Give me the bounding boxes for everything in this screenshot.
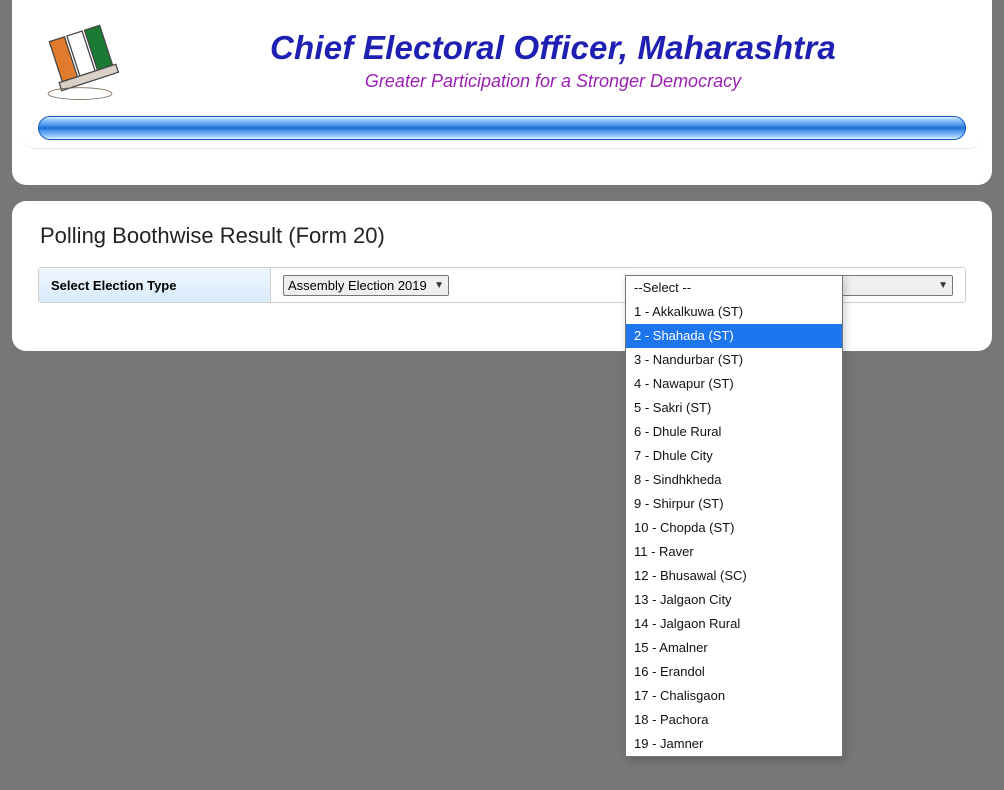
election-type-value: Assembly Election 2019 bbox=[288, 278, 427, 293]
page-heading: Polling Boothwise Result (Form 20) bbox=[40, 223, 966, 249]
ac-option[interactable]: 2 - Shahada (ST) bbox=[626, 324, 842, 348]
select-ac-dropdown-list[interactable]: --Select --1 - Akkalkuwa (ST)2 - Shahada… bbox=[625, 275, 843, 757]
ac-option[interactable]: --Select -- bbox=[626, 276, 842, 300]
election-type-select[interactable]: Assembly Election 2019 ▼ bbox=[283, 275, 449, 296]
ac-option[interactable]: 4 - Nawapur (ST) bbox=[626, 372, 842, 396]
ac-option[interactable]: 19 - Jamner bbox=[626, 732, 842, 756]
header-divider-bar bbox=[38, 116, 966, 140]
ac-option[interactable]: 12 - Bhusawal (SC) bbox=[626, 564, 842, 588]
ac-option[interactable]: 17 - Chalisgaon bbox=[626, 684, 842, 708]
ac-option[interactable]: 8 - Sindhkheda bbox=[626, 468, 842, 492]
eci-logo bbox=[38, 18, 122, 102]
ac-option[interactable]: 3 - Nandurbar (ST) bbox=[626, 348, 842, 372]
ac-option[interactable]: 7 - Dhule City bbox=[626, 444, 842, 468]
site-subtitle: Greater Participation for a Stronger Dem… bbox=[140, 71, 966, 92]
ac-option[interactable]: 9 - Shirpur (ST) bbox=[626, 492, 842, 516]
ac-option[interactable]: 10 - Chopda (ST) bbox=[626, 516, 842, 540]
ac-option[interactable]: 14 - Jalgaon Rural bbox=[626, 612, 842, 636]
header: Chief Electoral Officer, Maharashtra Gre… bbox=[22, 0, 982, 149]
ac-option[interactable]: 13 - Jalgaon City bbox=[626, 588, 842, 612]
chevron-down-icon: ▼ bbox=[434, 280, 444, 291]
ac-option[interactable]: 1 - Akkalkuwa (ST) bbox=[626, 300, 842, 324]
ac-option[interactable]: 11 - Raver bbox=[626, 540, 842, 564]
ac-option[interactable]: 6 - Dhule Rural bbox=[626, 420, 842, 444]
site-title: Chief Electoral Officer, Maharashtra bbox=[140, 29, 966, 67]
ac-option[interactable]: 18 - Pachora bbox=[626, 708, 842, 732]
ac-option[interactable]: 16 - Erandol bbox=[626, 660, 842, 684]
election-type-label: Select Election Type bbox=[39, 268, 271, 302]
chevron-down-icon: ▼ bbox=[938, 280, 948, 291]
ac-option[interactable]: 5 - Sakri (ST) bbox=[626, 396, 842, 420]
ac-option[interactable]: 15 - Amalner bbox=[626, 636, 842, 660]
